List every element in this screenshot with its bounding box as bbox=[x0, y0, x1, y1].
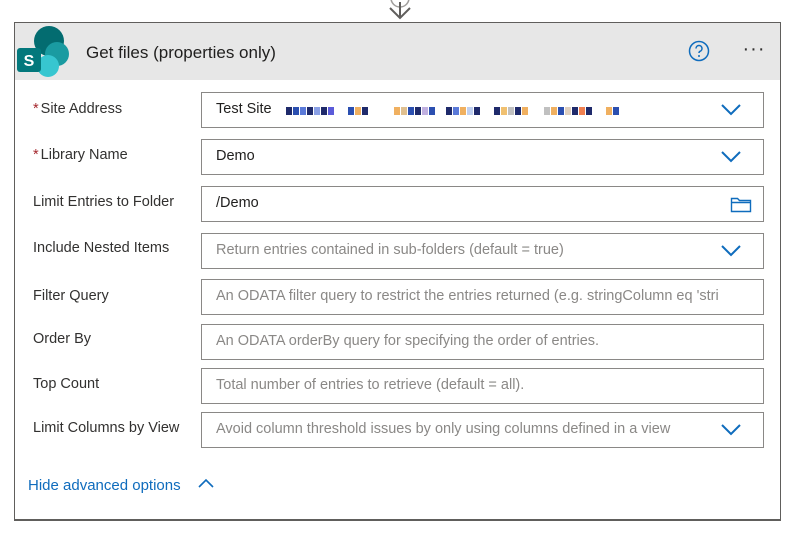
field-row-library-name: * Library Name Demo bbox=[15, 139, 780, 175]
library-name-value: Demo bbox=[216, 148, 255, 164]
card-header[interactable]: S Get files (properties only) ··· bbox=[15, 23, 780, 80]
order-by-label: Order By bbox=[33, 331, 92, 347]
chevron-down-icon[interactable] bbox=[720, 244, 742, 258]
field-row-columns-view: Limit Columns by View Avoid column thres… bbox=[15, 412, 780, 448]
site-address-label: * Site Address bbox=[33, 101, 123, 117]
action-card: S Get files (properties only) ··· * Site … bbox=[14, 22, 781, 521]
filter-query-input[interactable]: An ODATA filter query to restrict the en… bbox=[201, 279, 764, 315]
field-row-top-count: Top Count Total number of entries to ret… bbox=[15, 368, 780, 404]
required-marker: * bbox=[33, 147, 39, 163]
nested-items-dropdown[interactable]: Return entries contained in sub-folders … bbox=[201, 233, 764, 269]
library-name-dropdown[interactable]: Demo bbox=[201, 139, 764, 175]
required-marker: * bbox=[33, 101, 39, 117]
columns-view-label: Limit Columns by View bbox=[33, 420, 180, 436]
field-row-folder: Limit Entries to Folder /Demo bbox=[15, 186, 780, 222]
field-row-nested: Include Nested Items Return entries cont… bbox=[15, 233, 780, 269]
chevron-down-icon[interactable] bbox=[720, 103, 742, 117]
svg-text:S: S bbox=[24, 53, 35, 70]
top-count-label: Top Count bbox=[33, 376, 100, 392]
chevron-down-icon[interactable] bbox=[720, 423, 742, 437]
folder-input[interactable]: /Demo bbox=[201, 186, 764, 222]
action-title: Get files (properties only) bbox=[86, 43, 276, 62]
site-address-value: Test Site bbox=[216, 101, 272, 117]
field-row-filter: Filter Query An ODATA filter query to re… bbox=[15, 279, 780, 315]
order-by-input[interactable]: An ODATA orderBy query for specifying th… bbox=[201, 324, 764, 360]
sharepoint-logo-icon: S bbox=[17, 26, 69, 77]
help-circle-icon[interactable] bbox=[688, 40, 710, 62]
filter-placeholder: An ODATA filter query to restrict the en… bbox=[216, 288, 719, 304]
field-row-order-by: Order By An ODATA orderBy query for spec… bbox=[15, 324, 780, 360]
nested-placeholder: Return entries contained in sub-folders … bbox=[216, 242, 564, 258]
field-row-site-address: * Site Address Test Site bbox=[15, 92, 780, 128]
top-count-placeholder: Total number of entries to retrieve (def… bbox=[216, 377, 525, 393]
connector-arrow-icon bbox=[389, 0, 411, 20]
library-name-label: * Library Name bbox=[33, 147, 128, 163]
columns-view-dropdown[interactable]: Avoid column threshold issues by only us… bbox=[201, 412, 764, 448]
more-options-icon[interactable]: ··· bbox=[737, 36, 771, 62]
nested-label: Include Nested Items bbox=[33, 240, 170, 256]
folder-icon[interactable] bbox=[730, 195, 752, 213]
site-address-dropdown[interactable]: Test Site bbox=[201, 92, 764, 128]
filter-label: Filter Query bbox=[33, 288, 109, 304]
order-by-placeholder: An ODATA orderBy query for specifying th… bbox=[216, 333, 600, 349]
folder-label: Limit Entries to Folder bbox=[33, 194, 175, 210]
hide-advanced-options-link[interactable]: Hide advanced options bbox=[28, 477, 181, 494]
columns-view-placeholder: Avoid column threshold issues by only us… bbox=[216, 421, 671, 437]
chevron-down-icon[interactable] bbox=[720, 150, 742, 164]
chevron-up-icon[interactable] bbox=[198, 478, 214, 488]
folder-value: /Demo bbox=[216, 195, 259, 211]
top-count-input[interactable]: Total number of entries to retrieve (def… bbox=[201, 368, 764, 404]
redacted-site-url bbox=[286, 103, 626, 117]
